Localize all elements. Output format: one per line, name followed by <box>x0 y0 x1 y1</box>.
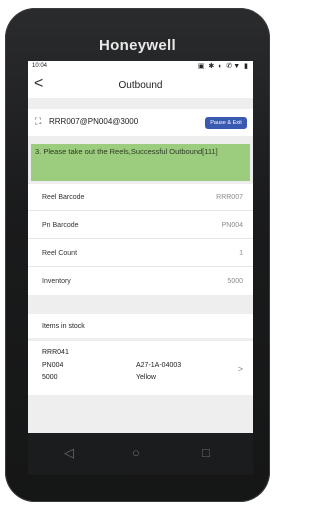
detail-row-reel-count: Reel Count 1 <box>28 240 253 267</box>
stock-color: Yellow <box>136 374 156 381</box>
chevron-right-icon[interactable]: > <box>238 364 243 374</box>
scan-icon[interactable]: ⛶ <box>35 116 41 127</box>
nav-home-icon[interactable]: ○ <box>132 445 140 460</box>
pause-exit-button[interactable]: Pause & Exit <box>205 117 247 129</box>
detail-value: 1 <box>239 250 243 257</box>
stock-list-item[interactable]: RRR041 PN004 5000 A27-1A-04003 Yellow > <box>28 341 253 395</box>
nav-back-icon[interactable]: ◁ <box>64 445 74 461</box>
nav-recent-icon[interactable]: □ <box>202 445 210 460</box>
detail-value: 5000 <box>227 278 243 285</box>
reel-details: Reel Barcode RRR007 Pn Barcode PN004 Ree… <box>28 184 253 295</box>
status-message: 3. Please take out the Reels,Successful … <box>31 144 250 181</box>
detail-value: PN004 <box>221 222 243 229</box>
handheld-device: Honeywell 10:04 ▣ ✱ ◐ ✆▼ ▮ < Outbound ⛶ … <box>0 0 275 506</box>
stock-reel: RRR041 <box>42 349 69 356</box>
detail-row-inventory: Inventory 5000 <box>28 268 253 295</box>
detail-label: Reel Count <box>42 250 78 257</box>
status-icons: ▣ ✱ ◐ ✆▼ ▮ <box>197 63 249 70</box>
android-nav-bar: ◁ ○ □ <box>28 433 253 475</box>
detail-row-pn-barcode: Pn Barcode PN004 <box>28 212 253 239</box>
detail-label: Reel Barcode <box>42 194 85 201</box>
brand-logo: Honeywell <box>99 37 176 54</box>
status-time: 10:04 <box>32 63 48 69</box>
detail-value: RRR007 <box>216 194 243 201</box>
stock-header-label: Items in stock <box>42 323 85 330</box>
stock-location: A27-1A-04003 <box>136 362 182 369</box>
page-title: Outbound <box>118 80 163 91</box>
app-screen: 10:04 ▣ ✱ ◐ ✆▼ ▮ < Outbound ⛶ RRR007@PN0… <box>28 61 253 433</box>
title-bar: < Outbound <box>28 73 253 98</box>
detail-label: Pn Barcode <box>42 222 79 229</box>
scan-row: ⛶ RRR007@PN004@3000 Pause & Exit <box>28 109 253 136</box>
detail-row-reel-barcode: Reel Barcode RRR007 <box>28 184 253 211</box>
stock-qty: 5000 <box>42 374 58 381</box>
status-bar: 10:04 ▣ ✱ ◐ ✆▼ ▮ <box>28 61 253 73</box>
scan-value: RRR007@PN004@3000 <box>49 117 139 126</box>
stock-pn: PN004 <box>42 362 64 369</box>
stock-section-header: Items in stock <box>28 314 253 338</box>
detail-label: Inventory <box>42 278 71 285</box>
